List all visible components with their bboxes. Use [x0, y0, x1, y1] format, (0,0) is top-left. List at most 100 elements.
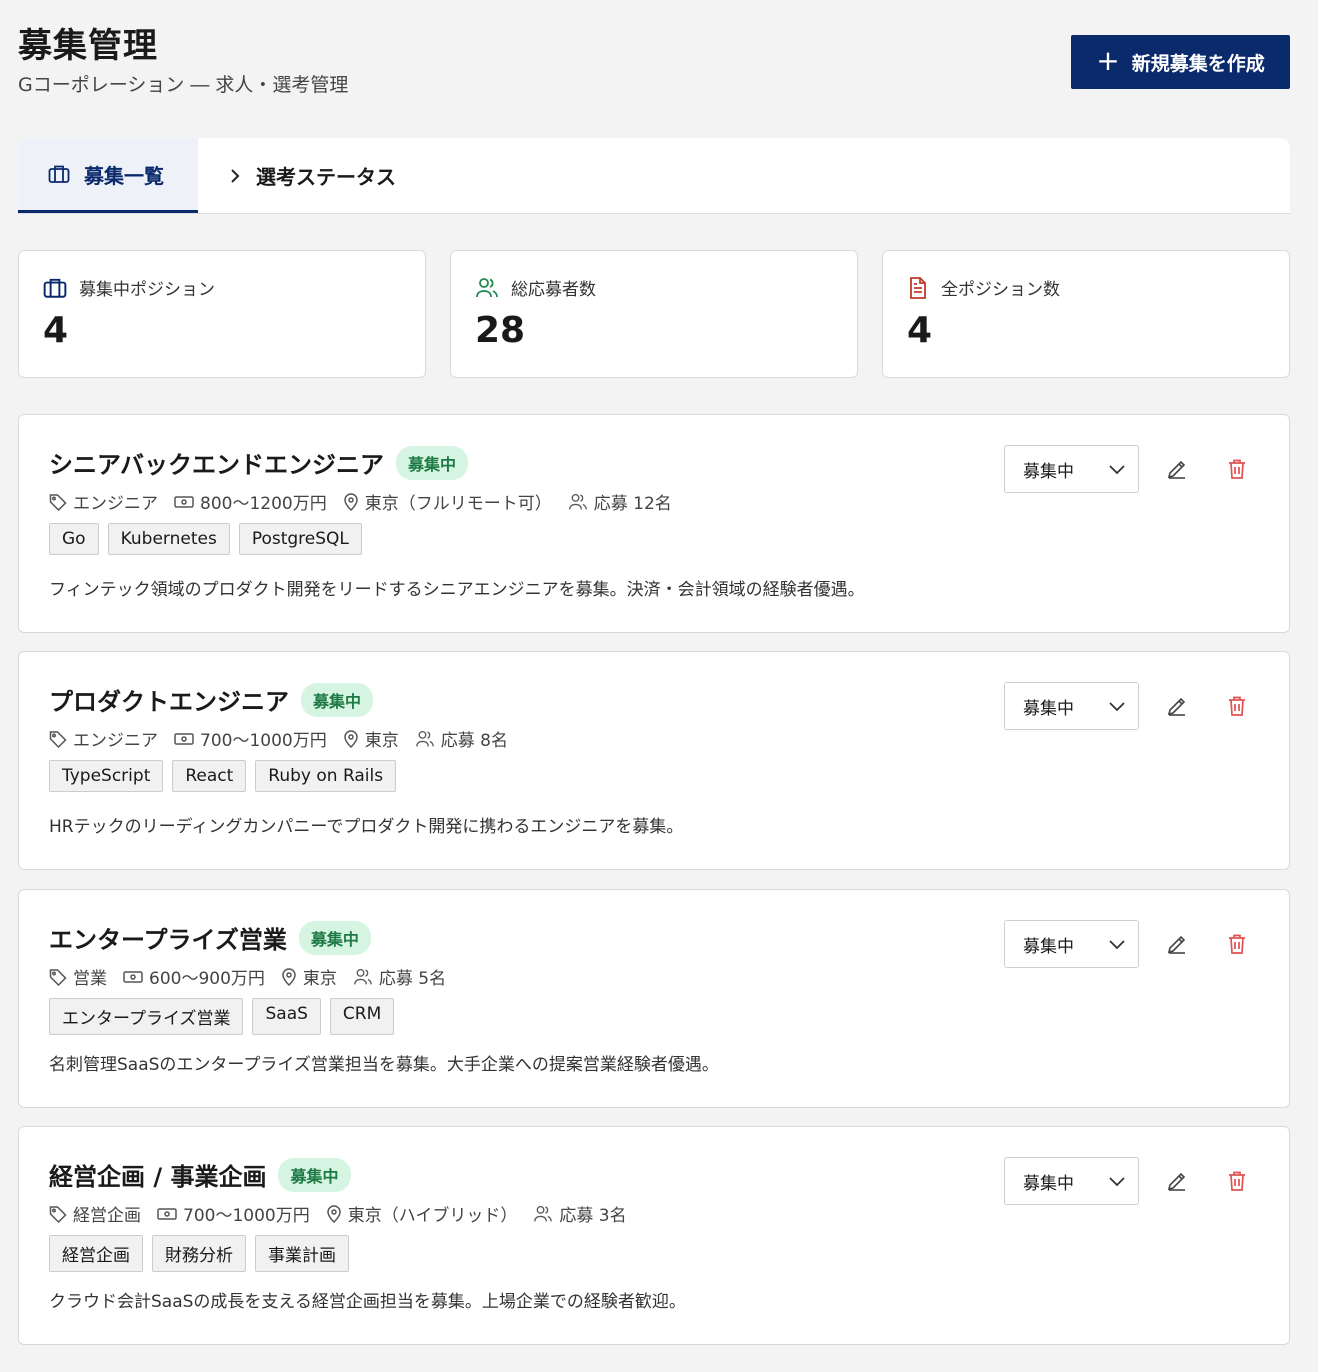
skill-tag: 経営企画	[49, 1235, 143, 1272]
tag-icon	[49, 730, 67, 748]
stat-label: 総応募者数	[511, 280, 596, 300]
location-pin-icon	[326, 1204, 342, 1223]
tab-job-list[interactable]: 募集一覧	[18, 138, 198, 213]
delete-button[interactable]	[1223, 1167, 1251, 1195]
tag-icon	[49, 493, 67, 511]
skill-tags: Go Kubernetes PostgreSQL	[49, 523, 362, 555]
status-select[interactable]: 募集中	[1004, 1157, 1139, 1205]
users-icon	[568, 493, 588, 511]
page-header: 募集管理 Gコーポレーション ― 求人・選考管理 + 新規募集を作成	[18, 24, 1290, 104]
delete-button[interactable]	[1223, 455, 1251, 483]
status-badge: 募集中	[278, 1157, 351, 1192]
job-meta: エンジニア 700〜1000万円 東京 応募 8名	[49, 726, 524, 751]
edit-button[interactable]	[1163, 692, 1191, 720]
skill-tag: CRM	[329, 998, 395, 1035]
location-pin-icon	[343, 729, 359, 748]
job-salary: 700〜1000万円	[200, 731, 327, 751]
location-pin-icon	[343, 492, 359, 511]
trash-icon	[1227, 1170, 1247, 1192]
skill-tag: SaaS	[252, 998, 321, 1035]
edit-button[interactable]	[1163, 455, 1191, 483]
users-icon	[475, 277, 499, 299]
job-title: シニアバックエンドエンジニア	[49, 451, 385, 479]
delete-button[interactable]	[1223, 692, 1251, 720]
document-icon	[907, 276, 929, 300]
job-description: HRテックのリーディングカンパニーでプロダクト開発に携わるエンジニアを募集。	[49, 817, 684, 837]
stat-label: 全ポジション数	[941, 280, 1060, 300]
job-salary: 600〜900万円	[149, 969, 265, 989]
job-category: 経営企画	[73, 1206, 141, 1226]
trash-icon	[1227, 933, 1247, 955]
status-select-value: 募集中	[1023, 936, 1074, 957]
status-badge: 募集中	[298, 920, 371, 955]
job-location: 東京	[364, 731, 399, 751]
chevron-down-icon	[1108, 700, 1126, 712]
stat-label: 募集中ポジション	[79, 280, 215, 300]
status-select-value: 募集中	[1023, 1173, 1074, 1194]
skill-tag: エンタープライズ営業	[49, 998, 244, 1035]
job-description: 名刺管理SaaSのエンタープライズ営業担当を募集。大手企業への提案営業経験者優遇…	[49, 1055, 719, 1075]
status-select[interactable]: 募集中	[1004, 445, 1139, 493]
skill-tag: React	[172, 760, 247, 792]
stat-card-all-positions: 全ポジション数 4	[882, 250, 1290, 378]
chevron-right-icon	[228, 168, 242, 184]
skill-tags: 経営企画 財務分析 事業計画	[49, 1235, 349, 1272]
job-meta: 営業 600〜900万円 東京 応募 5名	[49, 964, 462, 989]
job-card: 経営企画 / 事業企画 募集中 経営企画 700〜1000万円 東京（ハイブリッ…	[18, 1126, 1290, 1345]
job-applicants: 応募 3名	[559, 1206, 627, 1226]
skill-tag: TypeScript	[49, 760, 164, 792]
skill-tag: Go	[49, 523, 99, 555]
stat-value: 28	[475, 310, 526, 351]
trash-icon	[1227, 695, 1247, 717]
tag-icon	[49, 1205, 67, 1223]
delete-button[interactable]	[1223, 930, 1251, 958]
stats-row: 募集中ポジション 4 総応募者数 28 全ポジション数 4	[18, 250, 1290, 378]
skill-tag: Ruby on Rails	[255, 760, 397, 792]
trash-icon	[1227, 458, 1247, 480]
tab-selection-status[interactable]: 選考ステータス	[198, 138, 426, 213]
users-icon	[353, 968, 373, 986]
job-category: 営業	[73, 969, 107, 989]
briefcase-icon	[48, 164, 70, 184]
skill-tag: PostgreSQL	[238, 523, 362, 555]
status-badge: 募集中	[301, 682, 374, 717]
status-select[interactable]: 募集中	[1004, 682, 1139, 730]
job-location: 東京（フルリモート可）	[364, 494, 552, 514]
edit-button[interactable]	[1163, 930, 1191, 958]
edit-button[interactable]	[1163, 1167, 1191, 1195]
job-card: シニアバックエンドエンジニア 募集中 エンジニア 800〜1200万円 東京（フ…	[18, 414, 1290, 633]
chevron-down-icon	[1108, 938, 1126, 950]
recruitment-page: 募集管理 Gコーポレーション ― 求人・選考管理 + 新規募集を作成 募集一覧 …	[0, 0, 1318, 1372]
new-recruitment-label: 新規募集を作成	[1131, 52, 1265, 75]
job-description: クラウド会計SaaSの成長を支える経営企画担当を募集。上場企業での経験者歓迎。	[49, 1292, 686, 1312]
chevron-down-icon	[1108, 1175, 1126, 1187]
money-icon	[157, 1207, 177, 1221]
job-meta: 経営企画 700〜1000万円 東京（ハイブリッド） 応募 3名	[49, 1201, 643, 1226]
chevron-down-icon	[1108, 463, 1126, 475]
skill-tag: Kubernetes	[107, 523, 230, 555]
job-applicants: 応募 12名	[593, 494, 672, 514]
tab-job-list-label: 募集一覧	[84, 163, 164, 188]
job-description: フィンテック領域のプロダクト開発をリードするシニアエンジニアを募集。決済・会計領…	[49, 580, 865, 600]
money-icon	[174, 732, 194, 746]
stat-card-total-applicants: 総応募者数 28	[450, 250, 858, 378]
job-meta: エンジニア 800〜1200万円 東京（フルリモート可） 応募 12名	[49, 489, 688, 514]
new-recruitment-button[interactable]: + 新規募集を作成	[1071, 35, 1290, 89]
job-card: プロダクトエンジニア 募集中 エンジニア 700〜1000万円 東京 応募 8名…	[18, 651, 1290, 870]
job-category: エンジニア	[73, 731, 158, 751]
skill-tags: TypeScript React Ruby on Rails	[49, 760, 397, 792]
skill-tag: 事業計画	[255, 1235, 349, 1272]
job-location: 東京	[302, 969, 337, 989]
pencil-icon	[1166, 458, 1188, 480]
money-icon	[174, 495, 194, 509]
status-select-value: 募集中	[1023, 698, 1074, 719]
status-select[interactable]: 募集中	[1004, 920, 1139, 968]
job-category: エンジニア	[73, 494, 158, 514]
briefcase-icon	[43, 277, 67, 299]
skill-tag: 財務分析	[152, 1235, 246, 1272]
users-icon	[533, 1205, 553, 1223]
stat-value: 4	[907, 310, 933, 351]
users-icon	[415, 730, 435, 748]
job-salary: 700〜1000万円	[183, 1206, 310, 1226]
pencil-icon	[1166, 695, 1188, 717]
